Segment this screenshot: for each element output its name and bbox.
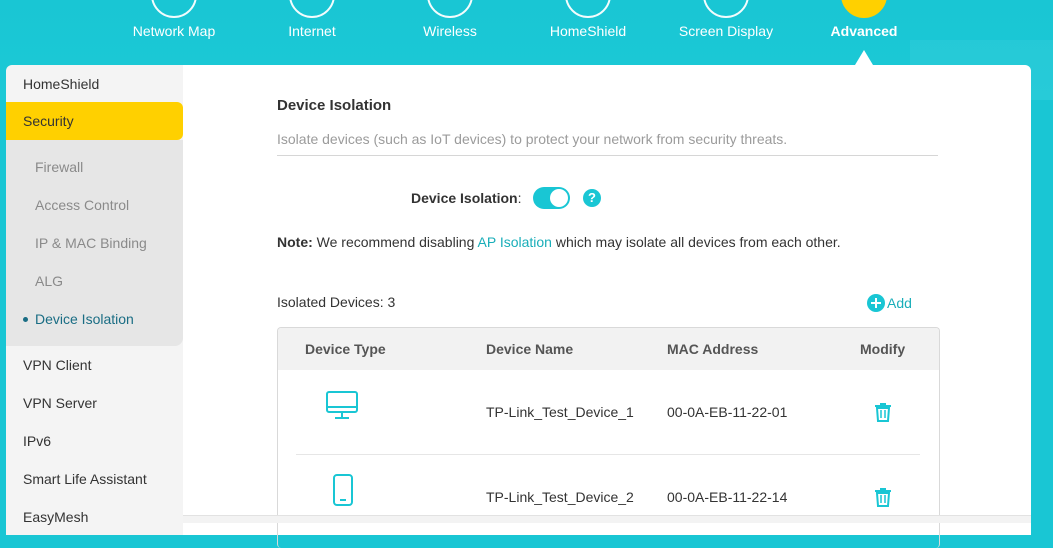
mac-address: 00-0A-EB-11-22-01 — [667, 404, 788, 420]
sidebar-item-vpn-server[interactable]: VPN Server — [6, 384, 183, 422]
nav-screen-display[interactable]: Screen Display — [657, 0, 795, 60]
section-description: Isolate devices (such as IoT devices) to… — [277, 131, 788, 147]
note-text-1: We recommend disabling — [312, 234, 478, 250]
advanced-icon — [841, 0, 887, 18]
sidebar-subitem-label: Device Isolation — [35, 311, 134, 327]
ap-isolation-link[interactable]: AP Isolation — [478, 234, 552, 250]
trash-icon[interactable] — [875, 402, 891, 422]
trash-icon[interactable] — [875, 487, 891, 507]
sidebar-item-easymesh[interactable]: EasyMesh — [6, 498, 183, 536]
network-map-icon — [151, 0, 197, 18]
nav-network-map[interactable]: Network Map — [105, 0, 243, 60]
nav-advanced[interactable]: Advanced — [795, 0, 933, 65]
divider — [277, 155, 938, 156]
nav-label: Wireless — [423, 23, 477, 39]
note-prefix: Note: — [277, 234, 313, 250]
sidebar-item-security[interactable]: Security — [6, 102, 183, 140]
note-text-2: which may isolate all devices from each … — [551, 234, 841, 250]
active-caret-icon — [855, 50, 873, 65]
sidebar-item-homeshield[interactable]: HomeShield — [6, 65, 183, 103]
homeshield-icon — [565, 0, 611, 18]
sidebar-subitem-access-control[interactable]: Access Control — [6, 186, 183, 224]
screen-display-icon — [703, 0, 749, 18]
note-text: Note: We recommend disabling AP Isolatio… — [277, 234, 841, 250]
security-submenu: Firewall Access Control IP & MAC Binding… — [6, 140, 183, 346]
sidebar-subitem-device-isolation[interactable]: Device Isolation — [6, 300, 183, 338]
nav-label: Internet — [288, 23, 336, 39]
device-name: TP-Link_Test_Device_2 — [486, 489, 634, 505]
main-panel: Device Isolation Isolate devices (such a… — [183, 65, 1031, 548]
monitor-icon — [326, 391, 358, 419]
nav-label: Screen Display — [678, 23, 774, 39]
add-label: Add — [887, 295, 912, 311]
column-header-mac-address: MAC Address — [667, 341, 759, 357]
isolated-devices-count: Isolated Devices: 3 — [277, 294, 396, 310]
nav-homeshield[interactable]: HomeShield — [519, 0, 657, 60]
sidebar: HomeShield Security Firewall Access Cont… — [6, 65, 183, 535]
device-isolation-label: Device Isolation: — [411, 190, 521, 206]
internet-icon — [289, 0, 335, 18]
sidebar-subitem-firewall[interactable]: Firewall — [6, 148, 183, 186]
toggle-knob — [550, 189, 568, 207]
table-row: TP-Link_Test_Device_2 00-0A-EB-11-22-14 — [278, 455, 939, 540]
mac-address: 00-0A-EB-11-22-14 — [667, 489, 788, 505]
phone-icon — [333, 474, 353, 506]
section-title: Device Isolation — [277, 97, 392, 114]
wireless-icon — [427, 0, 473, 18]
sidebar-item-smart-life-assistant[interactable]: Smart Life Assistant — [6, 460, 183, 498]
sidebar-item-ipv6[interactable]: IPv6 — [6, 422, 183, 460]
nav-label: Network Map — [132, 23, 216, 39]
device-name: TP-Link_Test_Device_1 — [486, 404, 634, 420]
column-header-modify: Modify — [860, 341, 906, 357]
nav-wireless[interactable]: Wireless — [381, 0, 519, 60]
toggle-label-colon: : — [517, 190, 522, 206]
help-icon[interactable]: ? — [583, 189, 601, 207]
nav-label: HomeShield — [549, 23, 627, 39]
nav-internet[interactable]: Internet — [243, 0, 381, 60]
add-button[interactable]: Add — [867, 294, 912, 312]
nav-label: Advanced — [830, 23, 898, 39]
table-row: TP-Link_Test_Device_1 00-0A-EB-11-22-01 — [278, 370, 939, 455]
device-isolation-toggle[interactable] — [533, 187, 570, 209]
column-header-device-name: Device Name — [486, 341, 574, 357]
sidebar-item-vpn-client[interactable]: VPN Client — [6, 346, 183, 384]
table-header: Device Type Device Name MAC Address Modi… — [278, 328, 939, 370]
toggle-label-text: Device Isolation — [411, 190, 518, 206]
sidebar-subitem-ip-mac-binding[interactable]: IP & MAC Binding — [6, 224, 183, 262]
sidebar-subitem-alg[interactable]: ALG — [6, 262, 183, 300]
column-header-device-type: Device Type — [305, 341, 386, 357]
plus-circle-icon — [867, 294, 885, 312]
current-dot-icon — [23, 317, 28, 322]
